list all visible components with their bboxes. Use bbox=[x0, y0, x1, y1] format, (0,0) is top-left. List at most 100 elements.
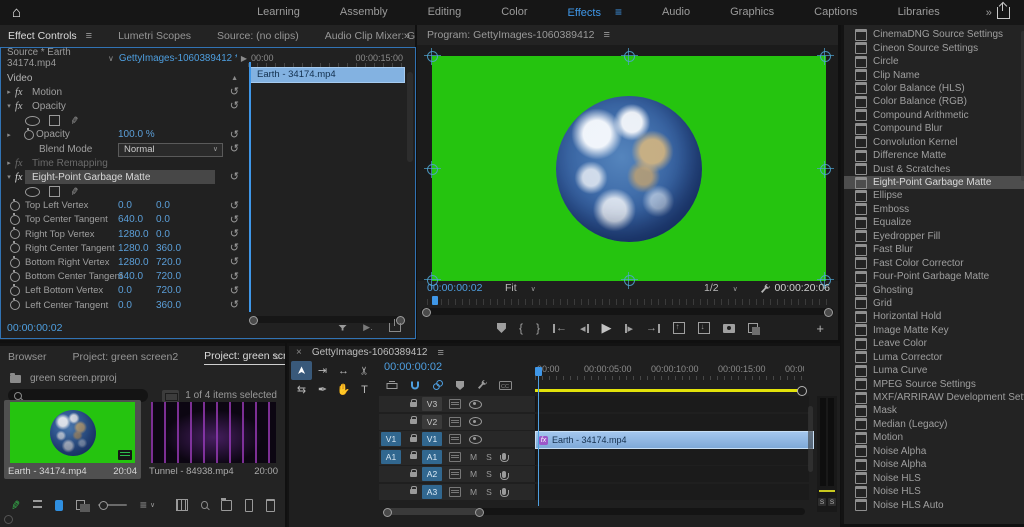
track-target-button[interactable]: V1 bbox=[422, 432, 442, 446]
chevron-down-icon[interactable]: ∨ bbox=[108, 54, 114, 63]
expand-icon[interactable]: ▸ bbox=[3, 131, 15, 139]
track-lane[interactable] bbox=[535, 484, 809, 500]
comparison-view-icon[interactable] bbox=[748, 323, 758, 333]
effect-controls-timecode[interactable]: 00:00:00:02 bbox=[7, 322, 62, 334]
stopwatch-icon[interactable] bbox=[10, 300, 20, 310]
track-target-button[interactable]: A2 bbox=[422, 467, 442, 481]
effect-item[interactable]: Fast Blur bbox=[844, 243, 1024, 256]
timeline-horizontal-scrollbar[interactable] bbox=[383, 508, 805, 515]
effect-item[interactable]: Ellipse bbox=[844, 189, 1024, 202]
play-around-icon[interactable] bbox=[363, 322, 373, 333]
tool-pen[interactable]: ✒ bbox=[312, 380, 333, 399]
vertex-x-value[interactable]: 0.0 bbox=[118, 285, 132, 296]
solo-button[interactable]: S bbox=[828, 498, 836, 506]
timeline-timecode[interactable]: 00:00:00:02 bbox=[384, 361, 442, 373]
filter-icon[interactable] bbox=[338, 325, 347, 331]
lock-icon[interactable] bbox=[406, 437, 420, 442]
effect-item[interactable]: Image Matte Key bbox=[844, 324, 1024, 337]
scroll-up-icon[interactable]: ▲ bbox=[231, 75, 238, 82]
track-settings-icon[interactable] bbox=[449, 399, 461, 409]
vertex-x-value[interactable]: 1280.0 bbox=[118, 243, 149, 254]
timeline-settings-wrench-icon[interactable] bbox=[476, 379, 488, 391]
effect-row-opacity[interactable]: ▾ fx Opacity bbox=[1, 99, 247, 113]
effect-item[interactable]: Noise HLS Auto bbox=[844, 498, 1024, 511]
mute-button[interactable]: M bbox=[470, 487, 477, 497]
program-scrollbar[interactable] bbox=[421, 308, 834, 315]
track-lane[interactable] bbox=[535, 414, 809, 430]
vertex-x-value[interactable]: 1280.0 bbox=[118, 257, 149, 268]
clip-card-Earth - 34174.mp4[interactable]: Earth - 34174.mp4 20:04 bbox=[4, 400, 141, 479]
play-button-icon[interactable] bbox=[602, 320, 612, 336]
lift-icon[interactable] bbox=[673, 322, 685, 334]
ruler-label[interactable]: 00:00:10:00 bbox=[651, 364, 699, 374]
effect-item[interactable]: Emboss bbox=[844, 203, 1024, 216]
panel-tab[interactable]: Lumetri Scopes ≡ bbox=[118, 30, 191, 42]
clip-fx-badge[interactable]: fx bbox=[539, 436, 548, 445]
source-patch[interactable] bbox=[381, 415, 401, 429]
reset-icon[interactable] bbox=[230, 241, 239, 255]
effect-item[interactable]: Noise Alpha bbox=[844, 445, 1024, 458]
reset-icon[interactable] bbox=[230, 255, 239, 269]
clip-thumbnail[interactable] bbox=[10, 402, 135, 463]
effect-item[interactable]: MXF/ARRIRAW Development Settings bbox=[844, 391, 1024, 404]
vertex-y-value[interactable]: 720.0 bbox=[156, 257, 181, 268]
ruler-label[interactable]: 00:00:05:00 bbox=[584, 364, 632, 374]
effect-item[interactable]: Fast Color Corrector bbox=[844, 256, 1024, 269]
tab-overflow-icon[interactable]: » bbox=[274, 351, 280, 363]
zoom-select[interactable]: Fit∨ bbox=[505, 282, 536, 294]
vertex-y-value[interactable]: 0.0 bbox=[156, 229, 170, 240]
effect-item[interactable]: Four-Point Garbage Matte bbox=[844, 270, 1024, 283]
panel-tab[interactable]: Project: green screen ≡ bbox=[204, 350, 285, 365]
track-lane[interactable] bbox=[535, 396, 809, 412]
track-target-button[interactable]: V2 bbox=[422, 415, 442, 429]
track-visibility-eye-icon[interactable] bbox=[469, 435, 482, 444]
panel-menu-icon[interactable]: ≡ bbox=[86, 30, 92, 42]
settings-wrench-icon[interactable] bbox=[759, 283, 771, 295]
workspace-tab[interactable]: Effects bbox=[548, 0, 642, 26]
effect-item[interactable]: Dust & Scratches bbox=[844, 162, 1024, 175]
effect-item[interactable]: Ghosting bbox=[844, 283, 1024, 296]
effect-item[interactable]: Convolution Kernel bbox=[844, 136, 1024, 149]
effect-item[interactable]: Median (Legacy) bbox=[844, 418, 1024, 431]
workspace-tab[interactable]: Learning bbox=[237, 0, 320, 26]
button-editor-icon[interactable]: + bbox=[816, 321, 824, 336]
solo-button[interactable]: S bbox=[486, 487, 492, 497]
workspace-tab[interactable]: Libraries bbox=[878, 0, 960, 26]
matte-handle[interactable] bbox=[427, 164, 438, 175]
ellipse-mask-icon[interactable] bbox=[25, 187, 40, 197]
new-bin-icon[interactable] bbox=[221, 500, 232, 511]
track-settings-icon[interactable] bbox=[449, 417, 461, 427]
source-patch[interactable]: A1 bbox=[381, 450, 401, 464]
effect-item[interactable]: Clip Name bbox=[844, 68, 1024, 81]
source-patch[interactable]: V1 bbox=[381, 432, 401, 446]
track-lane[interactable] bbox=[535, 466, 809, 482]
timeline-vertical-scrollbar[interactable] bbox=[808, 406, 813, 472]
effect-item[interactable]: Compound Arithmetic bbox=[844, 109, 1024, 122]
vertical-scrollbar[interactable] bbox=[407, 72, 413, 162]
reset-icon[interactable] bbox=[230, 284, 239, 298]
workspace-tab[interactable]: Captions bbox=[794, 0, 877, 26]
scrollbar-handle[interactable] bbox=[824, 308, 833, 317]
source-patch[interactable] bbox=[381, 467, 401, 481]
program-scrubber[interactable] bbox=[427, 299, 828, 305]
clip-thumbnail[interactable] bbox=[151, 402, 276, 463]
solo-button[interactable]: S bbox=[486, 469, 492, 479]
solo-button[interactable]: S bbox=[486, 452, 492, 462]
freeform-view-icon[interactable] bbox=[76, 500, 85, 510]
stopwatch-icon[interactable] bbox=[10, 229, 20, 239]
tab-overflow-icon[interactable]: » bbox=[404, 30, 410, 42]
stopwatch-icon[interactable] bbox=[10, 286, 20, 296]
effect-item[interactable]: MPEG Source Settings bbox=[844, 377, 1024, 390]
tool-ripple-edit[interactable]: ↔ bbox=[333, 361, 354, 380]
effect-item[interactable]: Horizontal Hold bbox=[844, 310, 1024, 323]
reset-icon[interactable] bbox=[230, 170, 239, 184]
matte-handle[interactable] bbox=[624, 51, 635, 62]
program-title[interactable]: Program: GettyImages-1060389412 bbox=[427, 29, 595, 41]
tool-razor[interactable]: ✂ bbox=[354, 361, 375, 380]
stopwatch-icon[interactable] bbox=[10, 258, 20, 268]
rect-mask-icon[interactable] bbox=[49, 186, 60, 197]
voiceover-mic-icon[interactable] bbox=[502, 471, 506, 478]
panel-tab[interactable]: Source: (no clips) ≡ bbox=[217, 30, 299, 42]
reset-icon[interactable] bbox=[230, 270, 239, 284]
playback-resolution-select[interactable]: 1/2∨ bbox=[704, 282, 738, 294]
